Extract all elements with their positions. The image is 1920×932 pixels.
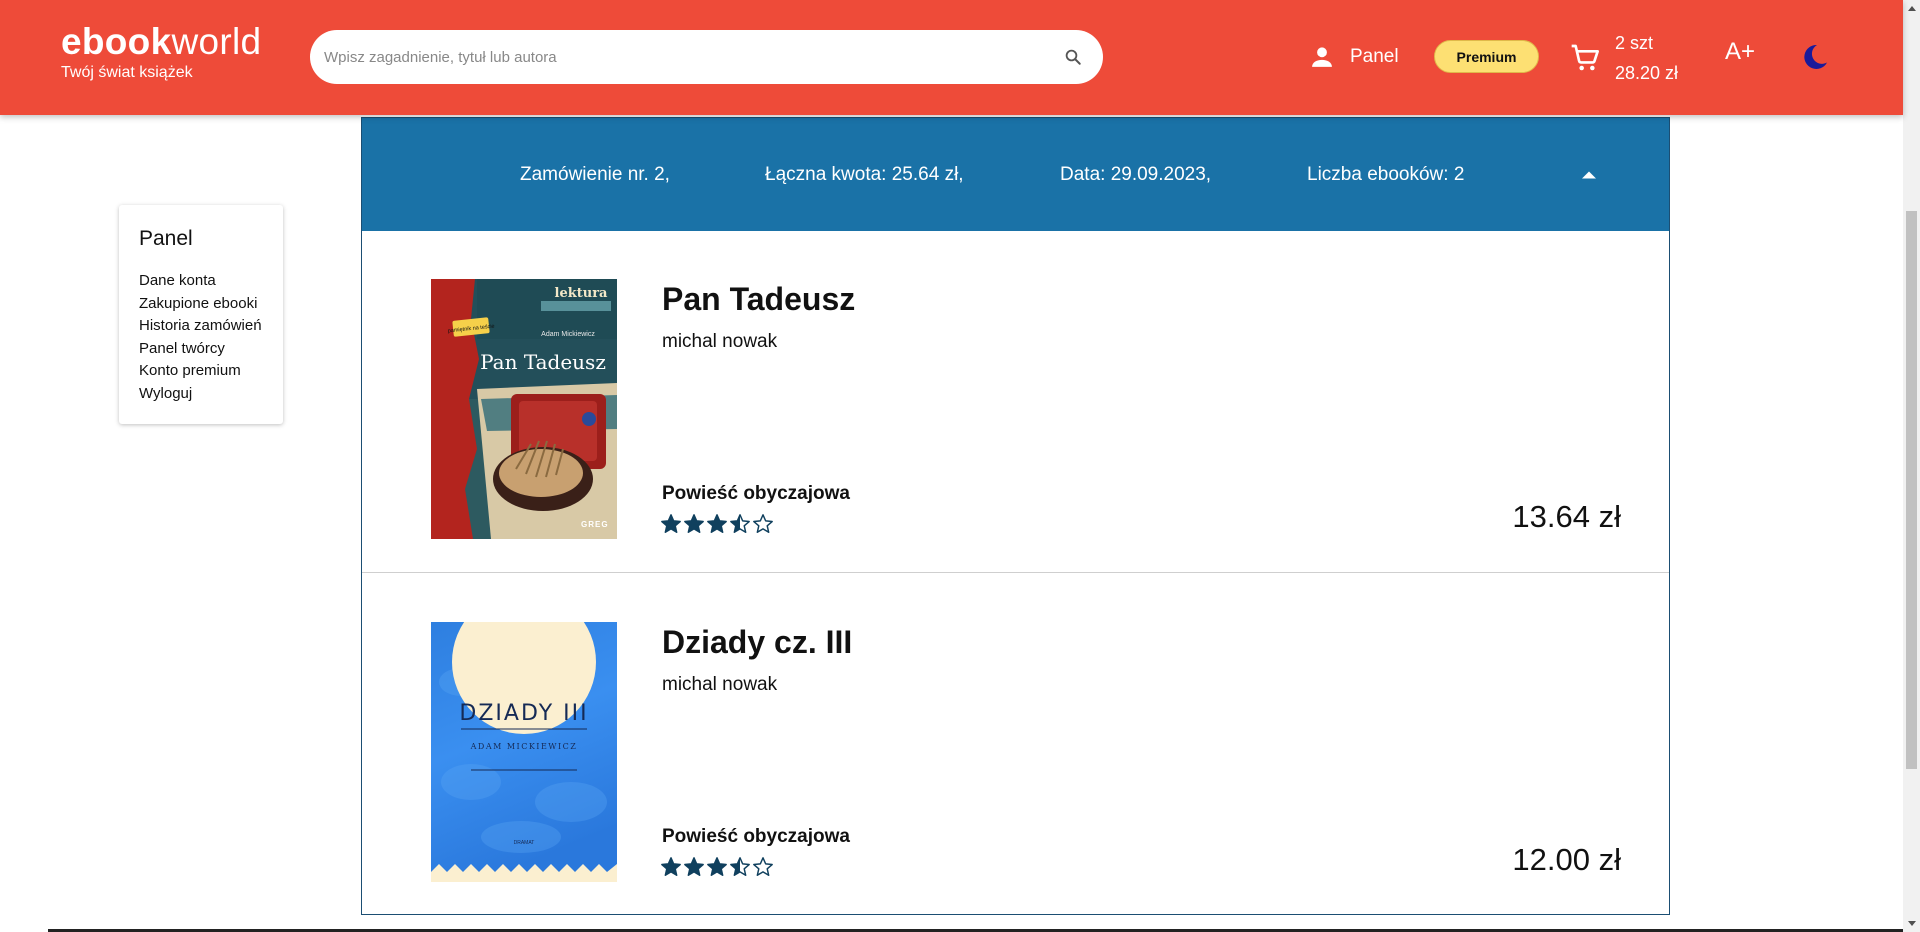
star-half-icon [730,857,750,876]
book-author: michal nowak [662,674,778,695]
search-bar [310,30,1103,84]
top-header: ebookworld Twój świat książek Panel Prem… [0,0,1903,115]
person-icon [1312,47,1332,67]
search-icon [1065,49,1081,65]
order-date: Data: 29.09.2023, [1060,164,1212,185]
cover-title: DZIADY III [459,701,588,726]
logo[interactable]: ebookworld Twój świat książek [61,22,261,82]
logo-tagline: Twój świat książek [61,64,193,81]
search-input[interactable] [324,30,1024,84]
cover-author: Adam Mickiewicz [541,331,595,338]
star-empty-icon [753,514,773,533]
scroll-up-arrow[interactable] [1903,0,1920,17]
sidebar-item-order-history[interactable]: Historia zamówień [139,315,263,338]
rating-stars [660,856,774,878]
book-cover-image: lektura pamiętnik na teście Adam Mickiew… [431,279,617,539]
order-card: Zamówienie nr. 2, Łączna kwota: 25.64 zł… [361,117,1670,915]
sidebar-title: Panel [139,227,193,250]
sidebar-item-creator-panel[interactable]: Panel twórcy [139,338,263,361]
font-size-button[interactable]: A+ [1725,38,1755,66]
scrollbar-thumb[interactable] [1906,211,1917,769]
cover-badge: lektura [555,286,609,301]
sidebar-item-logout[interactable]: Wyloguj [139,383,263,406]
order-total: Łączna kwota: 25.64 zł, [765,164,964,185]
book-author: michal nowak [662,331,778,352]
sidebar-item-account-data[interactable]: Dane konta [139,270,263,293]
cart-total: 28.20 zł [1615,63,1679,83]
theme-toggle[interactable] [1800,42,1830,77]
order-item: lektura pamiętnik na teście Adam Mickiew… [362,231,1669,573]
star-full-icon [707,514,727,533]
cover-publisher: GREG [581,520,609,529]
scroll-down-arrow[interactable] [1903,915,1920,932]
cart-count: 2 szt [1615,33,1654,53]
collapse-button[interactable] [1576,162,1602,188]
book-price: 12.00 zł [1512,842,1621,877]
book-cover[interactable]: DZIADY III ADAM MICKIEWICZ DRAMAT [431,622,617,882]
order-item: DZIADY III ADAM MICKIEWICZ DRAMAT Dziady… [362,574,1669,916]
book-title[interactable]: Pan Tadeusz [662,281,855,318]
book-genre: Powieść obyczajowa [662,483,850,504]
book-cover[interactable]: lektura pamiętnik na teście Adam Mickiew… [431,279,617,539]
moon-icon [1804,44,1827,69]
star-half-icon [730,514,750,533]
star-full-icon [661,857,681,876]
book-price: 13.64 zł [1512,499,1621,534]
panel-label: Panel [1350,46,1399,67]
cart-summary: 2 szt 28.20 zł [1615,28,1678,88]
book-genre: Powieść obyczajowa [662,826,850,847]
cover-author: ADAM MICKIEWICZ [470,742,578,751]
star-full-icon [684,514,704,533]
star-empty-icon [753,857,773,876]
cart-icon [1571,44,1599,71]
premium-button[interactable]: Premium [1434,40,1539,73]
account-sidebar: Panel Dane konta Zakupione ebooki Histor… [119,205,283,424]
cart-button[interactable]: 2 szt 28.20 zł [1569,28,1678,88]
logo-text: ebookworld [61,21,262,62]
star-full-icon [661,514,681,533]
book-cover-image: DZIADY III ADAM MICKIEWICZ DRAMAT [431,622,617,882]
panel-link[interactable]: Panel [1308,40,1399,74]
page-scrollbar[interactable] [1903,0,1920,932]
cover-genre: DRAMAT [514,840,535,846]
order-count: Liczba ebooków: 2 [1307,164,1465,185]
rating-stars [660,513,774,535]
sidebar-item-purchased-ebooks[interactable]: Zakupione ebooki [139,293,263,316]
sidebar-item-premium-account[interactable]: Konto premium [139,360,263,383]
order-header[interactable]: Zamówienie nr. 2, Łączna kwota: 25.64 zł… [362,118,1669,231]
cover-title: Pan Tadeusz [480,350,606,374]
book-title[interactable]: Dziady cz. III [662,624,852,661]
search-button[interactable] [1059,43,1087,71]
star-full-icon [707,857,727,876]
star-full-icon [684,857,704,876]
chevron-up-icon [1582,171,1596,179]
order-number: Zamówienie nr. 2, [520,164,670,185]
sidebar-menu: Dane konta Zakupione ebooki Historia zam… [139,270,263,405]
